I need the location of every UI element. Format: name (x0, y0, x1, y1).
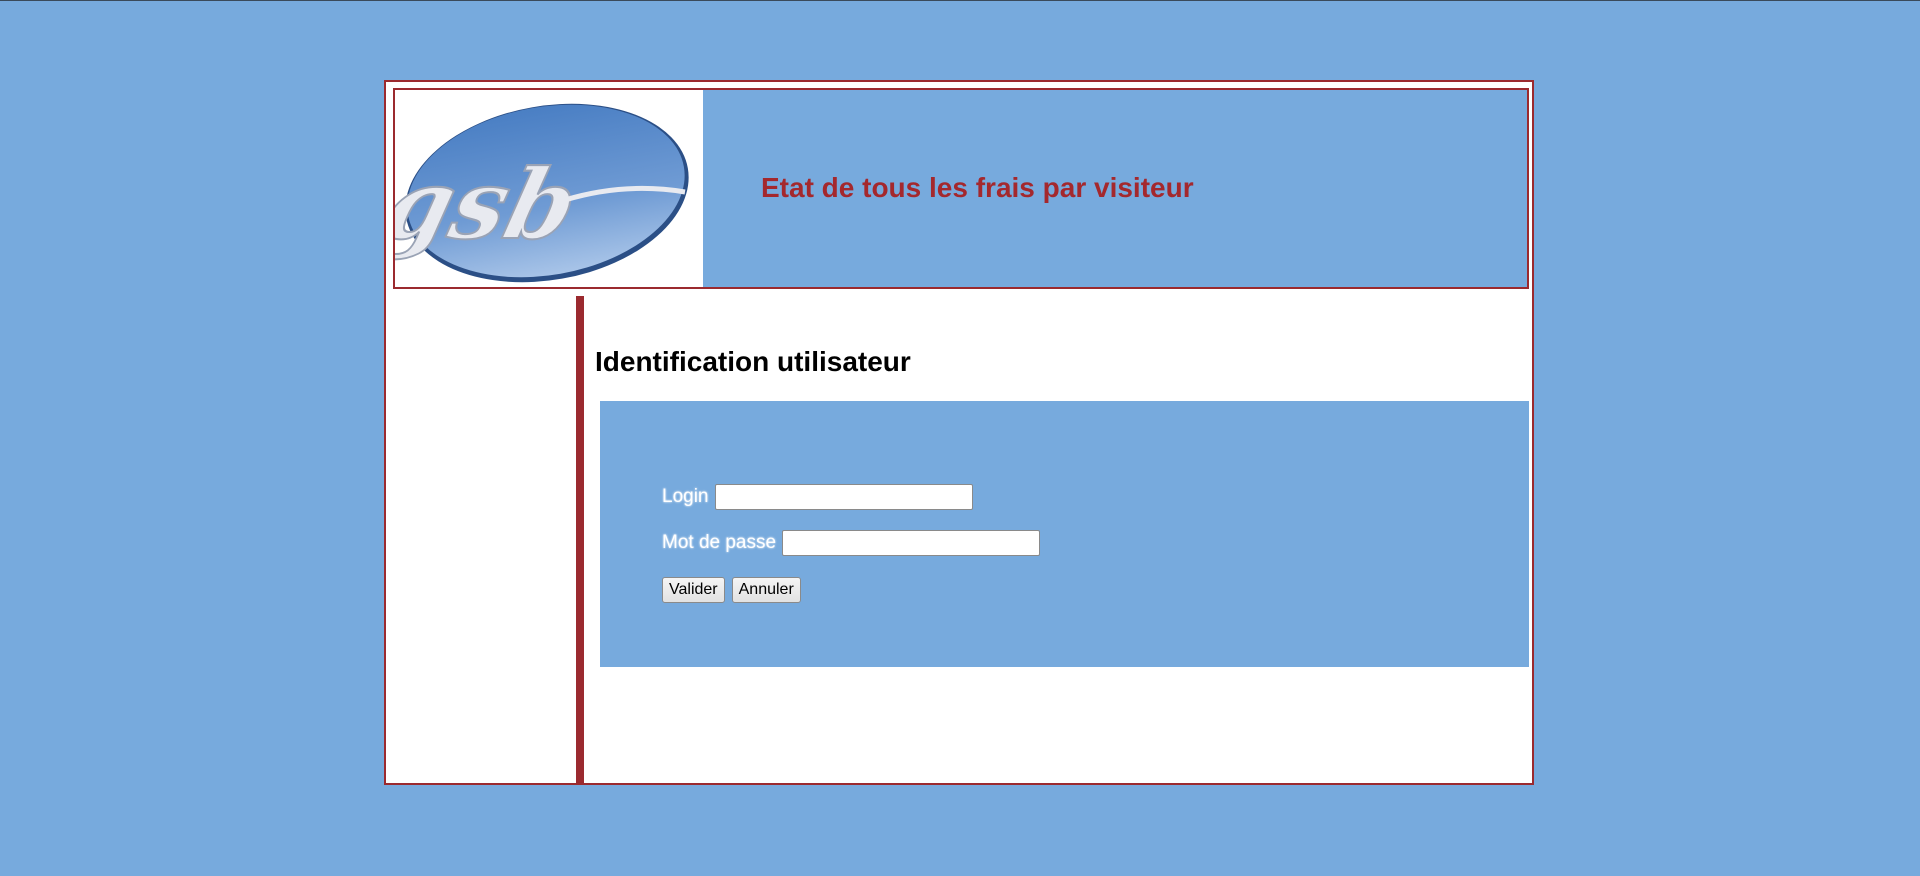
sidebar-divider (576, 296, 584, 785)
login-label: Login (662, 486, 709, 507)
login-form: Login Mot de passe Valider Annuler (600, 401, 1529, 667)
page-title: Identification utilisateur (595, 346, 911, 377)
svg-text:gsb: gsb (395, 147, 589, 260)
gsb-logo: gsb (395, 90, 703, 287)
login-input[interactable] (714, 484, 973, 510)
password-row: Mot de passe (662, 530, 1041, 556)
submit-button[interactable]: Valider (662, 577, 725, 603)
password-input[interactable] (782, 530, 1041, 556)
login-row: Login (662, 484, 973, 510)
header-title: Etat de tous les frais par visiteur (761, 172, 1194, 203)
cancel-button[interactable]: Annuler (731, 577, 801, 603)
page-container: gsb Etat de tous les frais par visiteur … (384, 80, 1534, 785)
password-label: Mot de passe (662, 532, 777, 553)
top-border (0, 0, 1920, 1)
form-buttons: Valider Annuler (662, 577, 801, 603)
header-banner: gsb Etat de tous les frais par visiteur (393, 88, 1529, 289)
